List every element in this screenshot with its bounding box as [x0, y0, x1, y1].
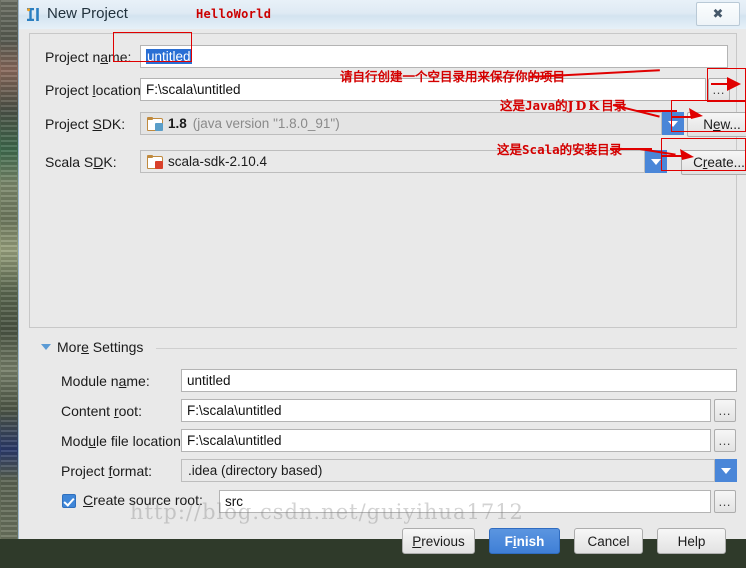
create-source-root-label: Create source root: — [83, 492, 203, 508]
java-folder-icon — [147, 117, 163, 131]
new-sdk-button[interactable]: New... — [687, 112, 746, 137]
module-name-label: Module name: — [61, 373, 150, 389]
ellipsis-icon: … — [718, 432, 732, 448]
create-scala-sdk-button-label: Create... — [693, 155, 745, 170]
module-file-location-browse-button[interactable]: … — [714, 429, 736, 452]
project-format-label: Project format: — [61, 463, 153, 479]
project-sdk-combo[interactable]: 1.8 (java version "1.8.0_91") — [140, 112, 662, 135]
finish-button-label: Finish — [504, 533, 545, 549]
help-button[interactable]: Help — [657, 528, 726, 554]
close-icon: ✖ — [712, 6, 724, 21]
project-name-value: untitled — [146, 49, 192, 64]
module-file-location-value: F:\scala\untitled — [187, 433, 282, 448]
intellij-idea-icon — [25, 6, 42, 23]
module-file-location-input[interactable]: F:\scala\untitled — [181, 429, 711, 452]
project-format-dropdown-button[interactable] — [715, 459, 737, 482]
scala-folder-icon — [147, 155, 163, 169]
project-location-input[interactable]: F:\scala\untitled — [140, 78, 706, 101]
create-source-root-input[interactable]: src — [219, 490, 711, 513]
project-sdk-value: 1.8 — [168, 116, 187, 131]
more-settings-section: More Settings Module name: untitled Cont… — [29, 339, 737, 524]
dialog-content: Project name: untitled Project location:… — [19, 29, 746, 554]
content-root-browse-button[interactable]: … — [714, 399, 736, 422]
scala-sdk-dropdown-button[interactable] — [645, 150, 667, 173]
chevron-down-icon — [41, 344, 51, 350]
new-project-dialog: New Project HelloWorld ✖ Project name: u… — [18, 0, 746, 554]
scala-sdk-value: scala-sdk-2.10.4 — [168, 154, 268, 169]
content-root-value: F:\scala\untitled — [187, 403, 282, 418]
dialog-footer: Previous Finish Cancel Help — [19, 524, 746, 568]
module-name-value: untitled — [187, 373, 231, 388]
ellipsis-icon: … — [712, 81, 726, 97]
section-divider — [156, 348, 737, 349]
content-root-label: Content root: — [61, 403, 142, 419]
previous-button[interactable]: Previous — [402, 528, 475, 554]
ellipsis-icon: … — [718, 402, 732, 418]
chevron-down-icon — [651, 158, 661, 165]
chevron-down-icon — [721, 467, 731, 474]
project-name-input[interactable]: untitled — [140, 45, 728, 68]
project-location-browse-button[interactable]: … — [708, 78, 730, 101]
project-format-value: .idea (directory based) — [188, 463, 323, 478]
help-button-label: Help — [677, 533, 706, 549]
scala-sdk-label: Scala SDK: — [45, 154, 117, 170]
project-sdk-version: (java version "1.8.0_91") — [192, 116, 340, 131]
project-location-value: F:\scala\untitled — [146, 82, 241, 97]
finish-button[interactable]: Finish — [489, 528, 560, 554]
content-root-input[interactable]: F:\scala\untitled — [181, 399, 711, 422]
desktop-background-strip — [0, 0, 18, 539]
create-source-root-value: src — [225, 494, 243, 509]
cancel-button[interactable]: Cancel — [574, 528, 643, 554]
project-sdk-dropdown-button[interactable] — [662, 112, 684, 135]
new-sdk-button-label: New... — [703, 117, 741, 132]
close-button[interactable]: ✖ — [696, 2, 740, 26]
title-annotation-helloworld: HelloWorld — [196, 7, 272, 21]
chevron-down-icon — [668, 120, 678, 127]
more-settings-toggle[interactable]: More Settings — [41, 339, 143, 355]
create-source-root-browse-button[interactable]: … — [714, 490, 736, 513]
project-name-label: Project name: — [45, 49, 132, 65]
project-settings-panel: Project name: untitled Project location:… — [29, 33, 746, 328]
more-settings-label: More Settings — [57, 339, 144, 355]
dialog-title: New Project — [47, 5, 128, 22]
project-format-combo[interactable]: .idea (directory based) — [181, 459, 715, 482]
create-scala-sdk-button[interactable]: Create... — [681, 150, 746, 175]
ellipsis-icon: … — [718, 493, 732, 509]
cancel-button-label: Cancel — [587, 533, 630, 549]
create-source-root-checkbox[interactable] — [62, 494, 76, 508]
previous-button-label: Previous — [412, 533, 465, 549]
module-name-input[interactable]: untitled — [181, 369, 737, 392]
dialog-title-bar: New Project HelloWorld ✖ — [19, 0, 746, 30]
scala-sdk-combo[interactable]: scala-sdk-2.10.4 — [140, 150, 645, 173]
project-sdk-label: Project SDK: — [45, 116, 126, 132]
module-file-location-label: Module file location: — [61, 433, 185, 449]
project-location-label: Project location: — [45, 82, 145, 98]
